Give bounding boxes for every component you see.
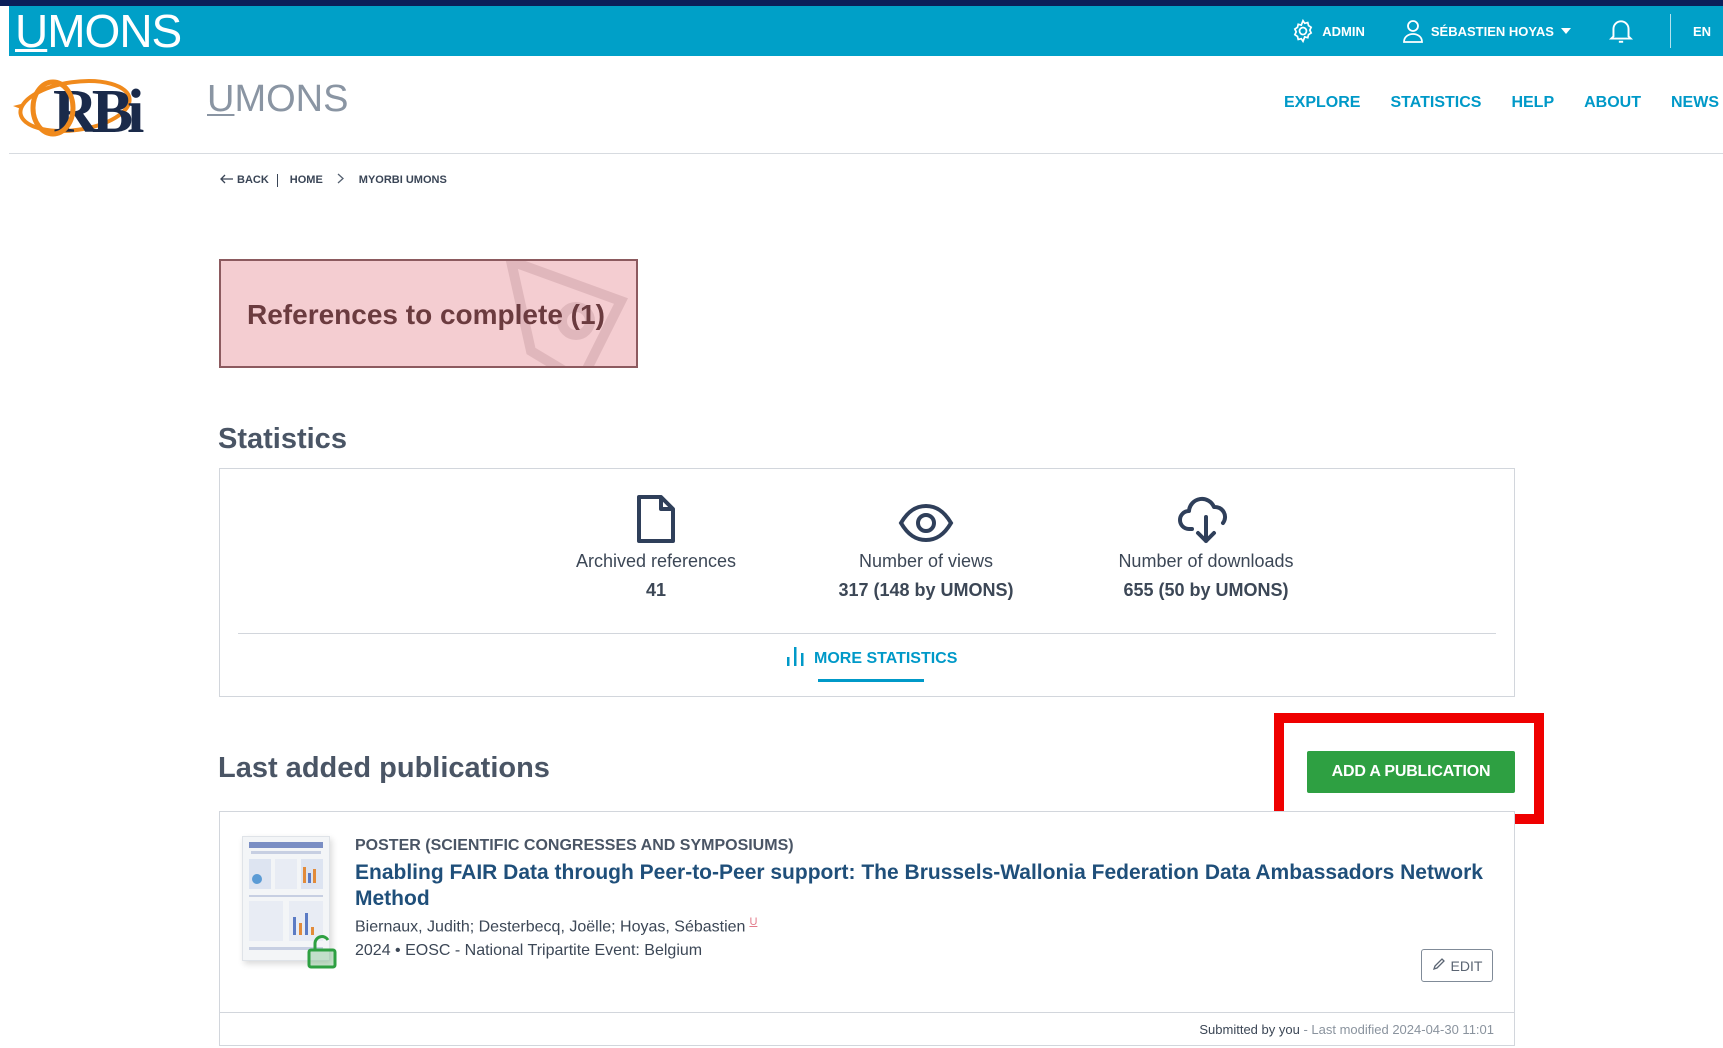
back-link[interactable]: BACK <box>220 173 278 187</box>
bell-icon <box>1608 17 1634 45</box>
references-to-complete-card[interactable]: References to complete (1) <box>219 259 638 368</box>
site-header: RBi UMONS EXPLORE STATISTICS HELP ABOUT … <box>9 56 1723 154</box>
open-access-lock-icon <box>306 934 338 975</box>
edit-button[interactable]: EDIT <box>1421 949 1493 982</box>
document-icon <box>526 487 786 545</box>
edit-label: EDIT <box>1450 957 1483 974</box>
stat-value: 317 (148 by UMONS) <box>838 580 1014 600</box>
publication-meta: 2024 • EOSC - National Tripartite Event:… <box>355 942 703 959</box>
breadcrumb-current: MYORBI UMONS <box>358 174 447 186</box>
toolbar-divider <box>1669 14 1671 48</box>
stat-label: Archived references <box>575 551 737 571</box>
stat-downloads: Number of downloads 655 (50 by UMONS) <box>1076 487 1336 601</box>
eye-icon <box>796 487 1056 545</box>
breadcrumb: BACK HOME MYORBI UMONS <box>220 173 447 187</box>
more-statistics-label: MORE STATISTICS <box>814 649 958 667</box>
admin-link[interactable]: ADMIN <box>1290 18 1365 44</box>
stats-divider <box>238 633 1496 634</box>
pencil-icon <box>1432 957 1446 974</box>
caret-down-icon <box>1560 27 1572 35</box>
back-label: BACK <box>237 174 269 186</box>
user-icon <box>1401 18 1425 44</box>
gear-icon <box>1290 18 1316 44</box>
stat-value: 655 (50 by UMONS) <box>1123 580 1289 600</box>
nav-about[interactable]: ABOUT <box>1584 94 1641 112</box>
admin-label: ADMIN <box>1322 23 1365 39</box>
user-menu[interactable]: SÉBASTIEN HOYAS <box>1401 18 1572 44</box>
nav-explore[interactable]: EXPLORE <box>1284 94 1360 112</box>
nav-help[interactable]: HELP <box>1511 94 1554 112</box>
stat-value: 41 <box>645 580 667 600</box>
submission-info: Submitted by you - Last modified 2024-04… <box>1199 1022 1494 1037</box>
stat-label: Number of views <box>858 551 994 571</box>
breadcrumb-home[interactable]: HOME <box>290 174 323 186</box>
add-publication-button[interactable]: ADD A PUBLICATION <box>1307 751 1515 793</box>
nav-news[interactable]: NEWS <box>1671 94 1719 112</box>
bar-chart-icon <box>786 645 806 672</box>
publication-type: POSTER (SCIENTIFIC CONGRESSES AND SYMPOS… <box>355 837 794 854</box>
orbi-logo[interactable]: RBi <box>13 64 203 148</box>
stat-archived-references: Archived references 41 <box>526 487 786 601</box>
more-statistics-link[interactable]: MORE STATISTICS <box>786 645 958 682</box>
active-underline <box>818 679 924 682</box>
institution-bar: UMONS ADMIN SÉBASTIEN HOYAS EN <box>9 6 1723 56</box>
umons-logo[interactable]: UMONS <box>15 5 182 57</box>
umons-logo-text: MONS <box>47 5 182 57</box>
references-to-complete-label: References to complete (1) <box>247 299 605 330</box>
publication-title-link[interactable]: Enabling FAIR Data through Peer-to-Peer … <box>355 860 1485 912</box>
publication-authors: Biernaux, Judith; Desterbecq, Joëlle; Ho… <box>355 916 757 936</box>
language-switch[interactable]: EN <box>1693 24 1711 39</box>
authors-text: Biernaux, Judith; Desterbecq, Joëlle; Ho… <box>355 918 746 936</box>
user-toolbar: ADMIN SÉBASTIEN HOYAS EN <box>1290 6 1723 56</box>
chevron-right-icon <box>337 173 345 187</box>
card-divider <box>220 1012 1514 1013</box>
notifications-button[interactable] <box>1608 17 1634 45</box>
statistics-panel: Archived references 41 Number of views 3… <box>219 468 1515 697</box>
institution-name: UMONS <box>207 78 349 120</box>
submitted-by: Submitted by you <box>1199 1022 1300 1037</box>
umons-author-mark: U <box>749 916 758 928</box>
last-modified: - Last modified 2024-04-30 11:01 <box>1299 1022 1494 1037</box>
user-name: SÉBASTIEN HOYAS <box>1430 23 1554 39</box>
main-nav: EXPLORE STATISTICS HELP ABOUT NEWS <box>1284 94 1719 112</box>
statistics-heading: Statistics <box>218 423 347 455</box>
download-cloud-icon <box>1076 487 1336 545</box>
publication-card: POSTER (SCIENTIFIC CONGRESSES AND SYMPOS… <box>219 811 1515 1046</box>
stat-label: Number of downloads <box>1118 551 1294 571</box>
stat-views: Number of views 317 (148 by UMONS) <box>796 487 1056 601</box>
last-publications-heading: Last added publications <box>218 752 550 784</box>
nav-statistics[interactable]: STATISTICS <box>1390 94 1481 112</box>
arrow-left-icon <box>220 174 234 187</box>
